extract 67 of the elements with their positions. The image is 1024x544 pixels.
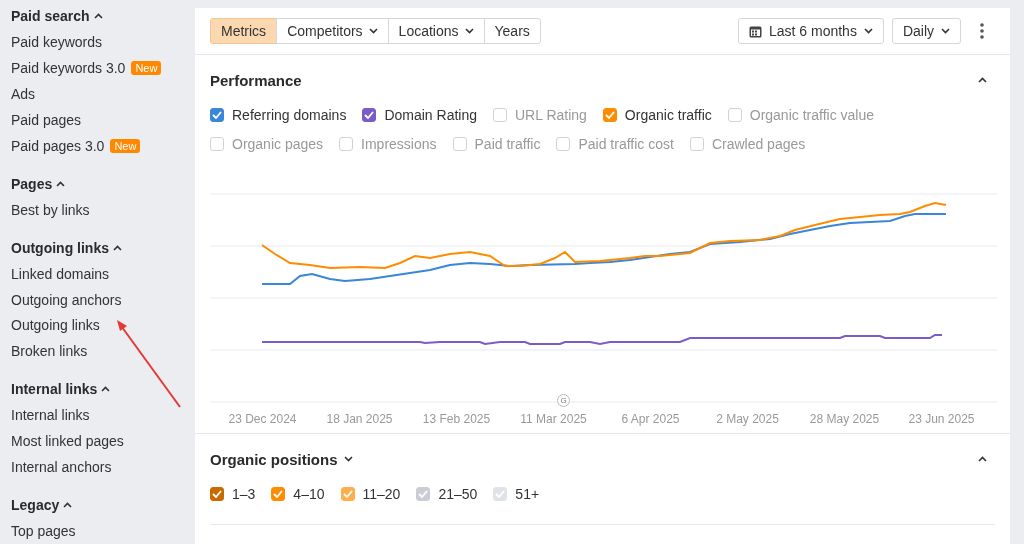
axis-label: 18 Jan 2025	[325, 412, 394, 426]
section-title[interactable]: Legacy	[11, 497, 60, 514]
sidebar-link[interactable]: Ads	[11, 85, 36, 102]
axis-label: 13 Feb 2025	[421, 412, 492, 426]
sidebar-link[interactable]: Outgoing anchors	[11, 291, 122, 308]
sidebar-link[interactable]: Paid pages	[11, 111, 82, 128]
check-icon	[495, 490, 506, 498]
sidebar-link[interactable]: Paid keywords 3.0	[11, 59, 126, 76]
section-title[interactable]: Outgoing links	[11, 239, 109, 256]
collapse-icon	[978, 77, 987, 83]
sidebar-link[interactable]: Outgoing links	[11, 317, 100, 334]
chevron-icon	[63, 502, 73, 509]
calendar-icon	[748, 24, 762, 38]
kebab-icon	[980, 23, 984, 39]
period-dropdown[interactable]: Last 6 months	[737, 18, 884, 44]
chevron-icon	[464, 28, 474, 34]
toolbar-tab[interactable]: Competitors	[276, 18, 389, 44]
chevron-icon	[368, 28, 378, 34]
position-checkbox[interactable]: 4–10	[271, 484, 325, 504]
axis-label: 2 May 2025	[715, 412, 780, 426]
metric-checkbox[interactable]: Referring domains	[210, 105, 347, 125]
toolbar-tab[interactable]: Metrics	[210, 18, 278, 44]
sidebar-link[interactable]: Broken links	[11, 343, 88, 360]
axis-label: 23 Jun 2025	[907, 412, 976, 426]
sidebar-link[interactable]: Internal links	[11, 407, 90, 424]
section-title: Performance	[210, 71, 302, 89]
chevron-icon	[941, 28, 950, 34]
position-checkbox[interactable]: 21–50	[416, 484, 478, 504]
check-icon	[273, 490, 284, 498]
check-icon	[418, 490, 429, 498]
chevron-icon	[113, 244, 122, 251]
sidebar-link[interactable]: Paid pages 3.0	[11, 137, 105, 154]
interval-dropdown[interactable]: Daily	[891, 18, 961, 44]
chevron-icon	[343, 456, 353, 462]
axis-label: 6 Apr 2025	[620, 412, 681, 426]
sidebar-link[interactable]: Linked domains	[11, 265, 110, 282]
chevron-icon	[93, 12, 103, 19]
check-icon	[364, 111, 375, 119]
check-icon	[212, 111, 222, 119]
section-title[interactable]: Organic positions	[210, 450, 338, 468]
axis-label: 23 Dec 2024	[227, 412, 298, 426]
check-icon	[604, 111, 615, 119]
chevron-icon	[863, 28, 873, 34]
sidebar-link[interactable]: Internal anchors	[11, 459, 112, 476]
metric-checkbox[interactable]: Domain Rating	[362, 105, 477, 125]
chevron-icon	[101, 386, 111, 393]
toolbar-tab[interactable]: Locations	[387, 18, 485, 44]
position-checkbox[interactable]: 51+	[493, 484, 540, 504]
axis-label: 11 Mar 2025	[519, 412, 588, 426]
section-title[interactable]: Paid search	[11, 7, 90, 24]
sidebar-link[interactable]: Paid keywords	[11, 33, 103, 50]
metric-checkbox[interactable]: Organic traffic	[602, 105, 712, 125]
position-checkbox[interactable]: 11–20	[340, 484, 401, 504]
axis-label: 28 May 2025	[808, 412, 881, 426]
collapse-icon	[978, 456, 987, 462]
section-title[interactable]: Pages	[11, 175, 53, 192]
new-badge: New	[110, 138, 141, 153]
sidebar-link[interactable]: Best by links	[11, 201, 90, 218]
sidebar-link[interactable]: Top pages	[11, 523, 76, 540]
check-icon	[212, 490, 222, 498]
toolbar-tab[interactable]: Years	[483, 18, 541, 44]
section-title[interactable]: Internal links	[11, 381, 98, 398]
chevron-icon	[56, 180, 66, 187]
sidebar-link[interactable]: Most linked pages	[11, 433, 124, 450]
new-badge: New	[131, 60, 162, 75]
position-checkbox[interactable]: 1–3	[210, 484, 256, 504]
check-icon	[342, 490, 353, 498]
